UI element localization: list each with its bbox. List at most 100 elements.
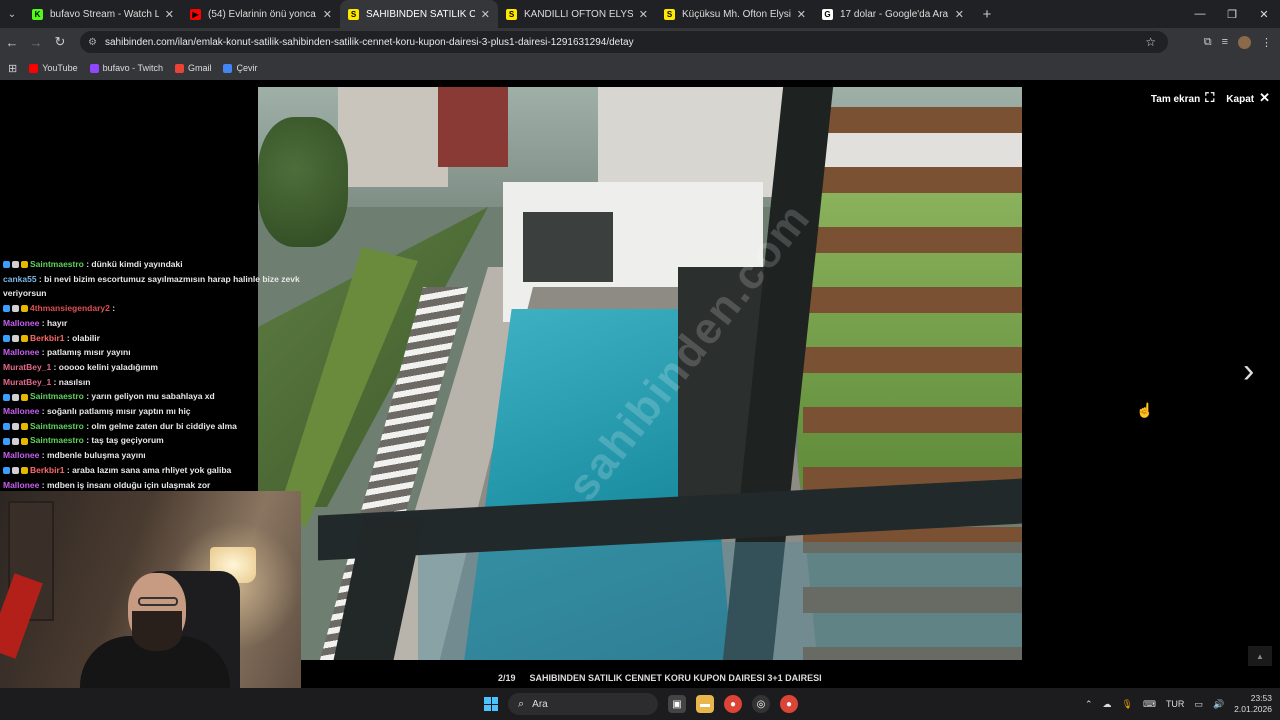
chat-username[interactable]: Saintmaestro bbox=[30, 259, 84, 269]
chat-message: Mallonee : hayır bbox=[3, 316, 300, 331]
forward-button[interactable]: → bbox=[24, 28, 48, 56]
chrome-icon[interactable]: ● bbox=[724, 695, 742, 713]
chat-badge-icon bbox=[3, 334, 10, 342]
chat-badge-icon bbox=[21, 422, 28, 430]
tab-search-button[interactable]: ⌄ bbox=[0, 0, 24, 28]
listing-photo[interactable]: sahibinden.com bbox=[258, 87, 1022, 660]
chat-username[interactable]: MuratBey_1 bbox=[3, 362, 51, 372]
site-info-icon[interactable]: ⚙ bbox=[88, 37, 97, 48]
clock[interactable]: 23:53 2.01.2026 bbox=[1234, 693, 1272, 715]
chat-username[interactable]: Mallonee bbox=[3, 450, 39, 460]
close-tab-icon[interactable]: ✕ bbox=[165, 8, 174, 21]
start-button[interactable] bbox=[484, 697, 498, 711]
close-tab-icon[interactable]: ✕ bbox=[481, 8, 490, 21]
next-photo-arrow-icon[interactable]: › bbox=[1243, 352, 1254, 391]
chat-username[interactable]: Berkbir1 bbox=[30, 465, 65, 475]
chat-username[interactable]: Mallonee bbox=[3, 480, 39, 490]
chat-username[interactable]: Saintmaestro bbox=[30, 391, 84, 401]
restore-button[interactable]: ❐ bbox=[1216, 0, 1248, 28]
chat-username[interactable]: 4thmansiegendary2 bbox=[30, 303, 110, 313]
glass-railing-shape bbox=[418, 542, 1022, 660]
back-button[interactable]: ← bbox=[0, 28, 24, 56]
close-window-button[interactable]: ✕ bbox=[1248, 0, 1280, 28]
browser-tab[interactable]: Kbufavo Stream - Watch Live on ✕ bbox=[24, 0, 182, 28]
fullscreen-label: Tam ekran bbox=[1150, 94, 1201, 105]
bookmark-item[interactable]: Çevir bbox=[223, 63, 258, 73]
chrome-active-icon[interactable]: ● bbox=[780, 695, 798, 713]
extensions-icon[interactable]: ⧉ bbox=[1204, 36, 1212, 49]
chat-username[interactable]: Mallonee bbox=[3, 318, 39, 328]
close-viewer-button[interactable]: Kapat ✕ bbox=[1226, 90, 1270, 106]
taskbar-search[interactable]: ⌕ Ara bbox=[508, 693, 658, 715]
bookmark-item[interactable]: YouTube bbox=[29, 63, 78, 73]
steam-icon[interactable]: ◎ bbox=[752, 695, 770, 713]
scroll-top-button[interactable]: ▲ bbox=[1248, 646, 1272, 666]
chat-username[interactable]: Mallonee bbox=[3, 406, 39, 416]
close-tab-icon[interactable]: ✕ bbox=[323, 8, 332, 21]
bookmark-star-icon[interactable]: ☆ bbox=[1145, 35, 1156, 49]
bookmark-icon bbox=[174, 63, 184, 73]
chat-message: MuratBey_1 : ooooo kelini yaladığımm bbox=[3, 360, 300, 375]
chat-badge-icon bbox=[12, 305, 19, 313]
browser-tab[interactable]: ▶ (54) Evlarinin önü yonca - Y ✕ bbox=[182, 0, 340, 28]
bookmarks-bar: ⊞ YouTube bufavo - Twitch Gmail Çevir bbox=[0, 56, 1280, 80]
chat-username[interactable]: Berkbir1 bbox=[30, 333, 65, 343]
chat-username[interactable]: Saintmaestro bbox=[30, 435, 84, 445]
browser-toolbar: ← → ↻ ⚙ sahibinden.com/ilan/emlak-konut-… bbox=[0, 28, 1280, 56]
chat-badge-icon bbox=[21, 437, 28, 445]
chat-username[interactable]: MuratBey_1 bbox=[3, 377, 51, 387]
search-icon: ⌕ bbox=[518, 697, 525, 710]
chat-text: hayır bbox=[46, 317, 68, 328]
media-control-icon[interactable]: ≡ bbox=[1222, 36, 1228, 48]
chat-message: 4thmansiegendary2 : bbox=[3, 301, 300, 316]
new-tab-button[interactable]: + bbox=[972, 0, 1002, 28]
chat-username[interactable]: Saintmaestro bbox=[30, 421, 84, 431]
close-tab-icon[interactable]: ✕ bbox=[639, 8, 648, 21]
address-bar[interactable]: ⚙ sahibinden.com/ilan/emlak-konut-satili… bbox=[80, 31, 1168, 53]
menu-icon[interactable]: ⋮ bbox=[1261, 36, 1272, 49]
display-icon[interactable]: ▭ bbox=[1194, 699, 1203, 710]
browser-tab[interactable]: S Küçüksu Mh. Ofton Elysium Ser ✕ bbox=[656, 0, 814, 28]
browser-tab[interactable]: S SAHIBINDEN SATILIK CENNET I ✕ bbox=[340, 0, 498, 28]
minimize-button[interactable]: — bbox=[1184, 0, 1216, 28]
language-indicator[interactable]: TUR bbox=[1166, 699, 1185, 709]
toolbar-actions: ⧉ ≡ ⋮ bbox=[1204, 28, 1272, 56]
tab-title: Küçüksu Mh. Ofton Elysium Ser bbox=[682, 8, 791, 20]
chat-username[interactable]: canka55 bbox=[3, 274, 37, 284]
apps-icon[interactable]: ⊞ bbox=[8, 62, 17, 75]
close-tab-icon[interactable]: ✕ bbox=[797, 8, 806, 21]
chat-badge-icon bbox=[21, 305, 28, 313]
reload-button[interactable]: ↻ bbox=[48, 28, 72, 56]
chat-message: Mallonee : mdbenle buluşma yayını bbox=[3, 448, 300, 463]
browser-tab[interactable]: G 17 dolar - Google'da Ara ✕ bbox=[814, 0, 972, 28]
tray-overflow-icon[interactable]: ⌃ bbox=[1085, 699, 1093, 710]
bookmark-item[interactable]: bufavo - Twitch bbox=[89, 63, 163, 73]
chat-badge-icon bbox=[3, 467, 10, 475]
browser-tab[interactable]: S KANDILLI OFTON ELYSIUM SER ✕ bbox=[498, 0, 656, 28]
chat-badge-icon bbox=[3, 305, 10, 313]
file-explorer-icon[interactable]: ▬ bbox=[696, 695, 714, 713]
mic-icon[interactable]: 🎙 bbox=[1122, 699, 1133, 710]
bookmark-item[interactable]: Gmail bbox=[174, 63, 211, 73]
chat-message: Mallonee : patlamış mısır yayını bbox=[3, 345, 300, 360]
clock-date: 2.01.2026 bbox=[1234, 704, 1272, 714]
taskbar-apps: ⌕ Ara ▣ ▬ ● ◎ ● bbox=[484, 688, 798, 720]
photo-counter: 2/19 bbox=[498, 673, 516, 683]
keyboard-icon[interactable]: ⌨ bbox=[1143, 699, 1156, 710]
tab-favicon-icon: S bbox=[348, 8, 359, 20]
task-view-icon[interactable]: ▣ bbox=[668, 695, 686, 713]
profile-avatar[interactable] bbox=[1238, 35, 1251, 49]
chat-text: nasılsın bbox=[58, 376, 91, 387]
tab-title: bufavo Stream - Watch Live on bbox=[50, 8, 159, 20]
volume-icon[interactable]: 🔊 bbox=[1213, 699, 1224, 710]
bookmark-label: Çevir bbox=[236, 63, 258, 73]
bookmark-icon bbox=[89, 63, 99, 73]
network-icon[interactable]: ☁ bbox=[1103, 699, 1112, 710]
webcam-overlay bbox=[0, 491, 301, 720]
fullscreen-button[interactable]: Tam ekran ⛶ bbox=[1151, 90, 1214, 106]
tab-favicon-icon: ▶ bbox=[190, 8, 201, 20]
chat-separator: : bbox=[39, 317, 47, 328]
chat-username[interactable]: Mallonee bbox=[3, 347, 39, 357]
close-tab-icon[interactable]: ✕ bbox=[955, 8, 964, 21]
chat-message: Saintmaestro : yarın geliyon mu sabahlay… bbox=[3, 389, 300, 404]
